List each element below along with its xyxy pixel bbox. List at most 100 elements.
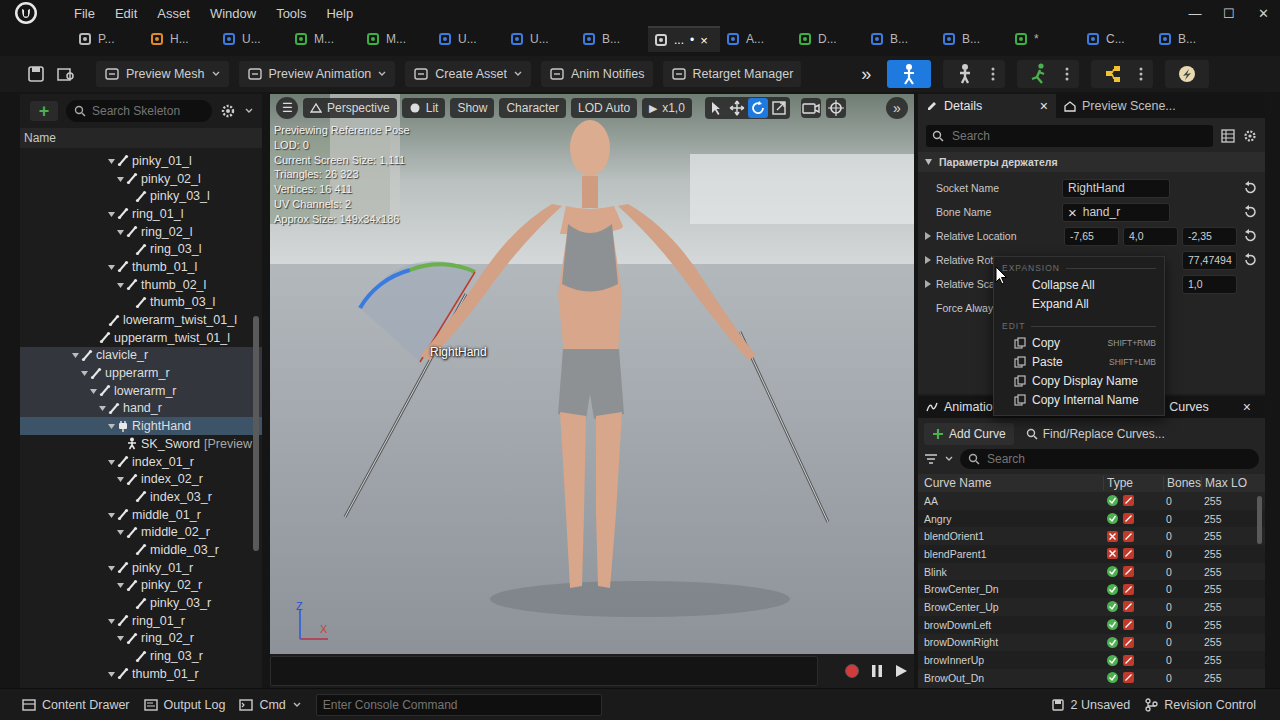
- curve-row[interactable]: browDownLeft0255: [918, 616, 1265, 634]
- output-log-button[interactable]: Output Log: [144, 698, 226, 712]
- panel-tab-close[interactable]: ×: [1243, 399, 1251, 415]
- table-scrollbar[interactable]: [1257, 496, 1262, 544]
- grid-view-icon[interactable]: [1221, 129, 1235, 143]
- expand-arrow-icon[interactable]: [115, 580, 126, 590]
- expand-arrow-icon[interactable]: [924, 184, 932, 192]
- tree-row[interactable]: thumb_02_l: [20, 276, 262, 294]
- mode-button[interactable]: [1091, 60, 1153, 88]
- panel-tab-label[interactable]: Curves: [1169, 400, 1209, 414]
- save-icon[interactable]: [26, 64, 46, 84]
- column-header[interactable]: Type: [1103, 476, 1163, 490]
- console-input[interactable]: [316, 694, 602, 716]
- document-tab[interactable]: H...: [144, 26, 216, 52]
- tab-close[interactable]: ×: [700, 33, 708, 48]
- curve-row[interactable]: blendOrient10255: [918, 527, 1265, 545]
- expand-arrow-icon[interactable]: [924, 304, 932, 312]
- menu-item[interactable]: Window: [210, 6, 256, 21]
- expand-arrow-icon[interactable]: [124, 492, 135, 502]
- tree-row[interactable]: index_02_r: [20, 470, 262, 488]
- toolbar-button[interactable]: Preview Mesh: [96, 61, 229, 87]
- expand-arrow-icon[interactable]: [88, 333, 99, 343]
- tree-row[interactable]: pinky_02_r: [20, 577, 262, 595]
- toolbar-button[interactable]: Retarget Manager: [663, 61, 802, 87]
- curve-row[interactable]: Blink0255: [918, 563, 1265, 581]
- show-button[interactable]: Show: [450, 98, 494, 118]
- mode-button[interactable]: [887, 60, 931, 88]
- lit-button[interactable]: Lit: [402, 98, 446, 118]
- tree-row[interactable]: upperarm_r: [20, 364, 262, 382]
- toolbar-button[interactable]: Create Asset: [405, 61, 531, 87]
- expand-arrow-icon[interactable]: [88, 386, 99, 396]
- tree-row[interactable]: thumb_01_l: [20, 258, 262, 276]
- panel-tab-label[interactable]: Animatio: [944, 400, 993, 414]
- camera-icon[interactable]: [801, 98, 821, 118]
- tree-row[interactable]: index_01_r: [20, 453, 262, 471]
- expand-arrow-icon[interactable]: [124, 651, 135, 661]
- menu-item[interactable]: Asset: [157, 6, 190, 21]
- reset-icon[interactable]: [1243, 301, 1257, 315]
- expand-arrow-icon[interactable]: [124, 191, 135, 201]
- number-field[interactable]: 1,0: [1182, 275, 1237, 294]
- tree-row[interactable]: pinky_02_l: [20, 170, 262, 188]
- reset-icon[interactable]: [1243, 181, 1257, 195]
- mode-button[interactable]: [943, 60, 1005, 88]
- find-replace-button[interactable]: Find/Replace Curves...: [1022, 423, 1169, 445]
- tree-row[interactable]: middle_03_r: [20, 541, 262, 559]
- document-tab[interactable]: B...: [1152, 26, 1224, 52]
- select-tool-button[interactable]: [706, 98, 726, 118]
- menu-item[interactable]: Collapse All: [994, 275, 1164, 294]
- document-tab[interactable]: U...: [504, 26, 576, 52]
- curve-row[interactable]: AA0255: [918, 492, 1265, 510]
- document-tab[interactable]: B...: [936, 26, 1008, 52]
- expand-arrow-icon[interactable]: [97, 403, 108, 413]
- curve-row[interactable]: browDownRight0255: [918, 634, 1265, 652]
- expand-arrow-icon[interactable]: [924, 256, 932, 264]
- expand-arrow-icon[interactable]: [106, 669, 117, 679]
- menu-item[interactable]: Help: [326, 6, 353, 21]
- more-icon[interactable]: [1065, 66, 1069, 82]
- search-input[interactable]: [90, 103, 204, 119]
- expand-arrow-icon[interactable]: [106, 457, 117, 467]
- curve-row[interactable]: blendParent10255: [918, 545, 1265, 563]
- expand-arrow-icon[interactable]: [124, 244, 135, 254]
- tree-row[interactable]: middle_01_r: [20, 506, 262, 524]
- timeline-track[interactable]: [270, 656, 818, 686]
- toolbar-button[interactable]: Anim Notifies: [541, 61, 653, 87]
- mode-button[interactable]: [1017, 60, 1079, 88]
- number-field[interactable]: 77,47494: [1182, 251, 1237, 270]
- play-icon[interactable]: [894, 663, 908, 679]
- unsaved-button[interactable]: 2 Unsaved: [1051, 698, 1131, 712]
- tree-row[interactable]: ring_01_r: [20, 612, 262, 630]
- character-button[interactable]: Character: [499, 98, 566, 118]
- viewport-menu-button[interactable]: ☰: [276, 97, 298, 119]
- expand-arrow-icon[interactable]: [924, 232, 932, 240]
- expand-arrow-icon[interactable]: [106, 510, 117, 520]
- expand-arrow-icon[interactable]: [97, 315, 108, 325]
- menu-item[interactable]: PasteSHIFT+LMB: [994, 352, 1164, 371]
- tree-row[interactable]: pinky_01_r: [20, 559, 262, 577]
- expand-arrow-icon[interactable]: [924, 208, 932, 216]
- toolbar-overflow[interactable]: »: [861, 64, 871, 85]
- gear-icon[interactable]: [1243, 129, 1257, 143]
- expand-arrow-icon[interactable]: [106, 209, 117, 219]
- tree-row[interactable]: pinky_03_r: [20, 594, 262, 612]
- document-tab[interactable]: B...: [576, 26, 648, 52]
- gear-icon[interactable]: [220, 103, 236, 119]
- reset-icon[interactable]: [1243, 205, 1257, 219]
- document-tab[interactable]: *: [1008, 26, 1080, 52]
- document-tab[interactable]: M...: [288, 26, 360, 52]
- document-tab[interactable]: U...: [216, 26, 288, 52]
- panel-tab-close[interactable]: ×: [1040, 98, 1048, 114]
- expand-arrow-icon[interactable]: [124, 297, 135, 307]
- snap-icon[interactable]: [826, 98, 846, 118]
- search-input[interactable]: [950, 128, 1207, 144]
- menu-item[interactable]: Edit: [115, 6, 137, 21]
- document-tab[interactable]: ...•×: [648, 26, 720, 52]
- number-field[interactable]: 4,0: [1123, 227, 1178, 246]
- expand-arrow-icon[interactable]: [115, 439, 126, 449]
- rotate-tool-button[interactable]: [748, 98, 768, 118]
- menu-item[interactable]: Tools: [276, 6, 306, 21]
- reset-icon[interactable]: [1243, 253, 1257, 267]
- document-tab[interactable]: D...: [792, 26, 864, 52]
- search-field[interactable]: [960, 449, 1259, 469]
